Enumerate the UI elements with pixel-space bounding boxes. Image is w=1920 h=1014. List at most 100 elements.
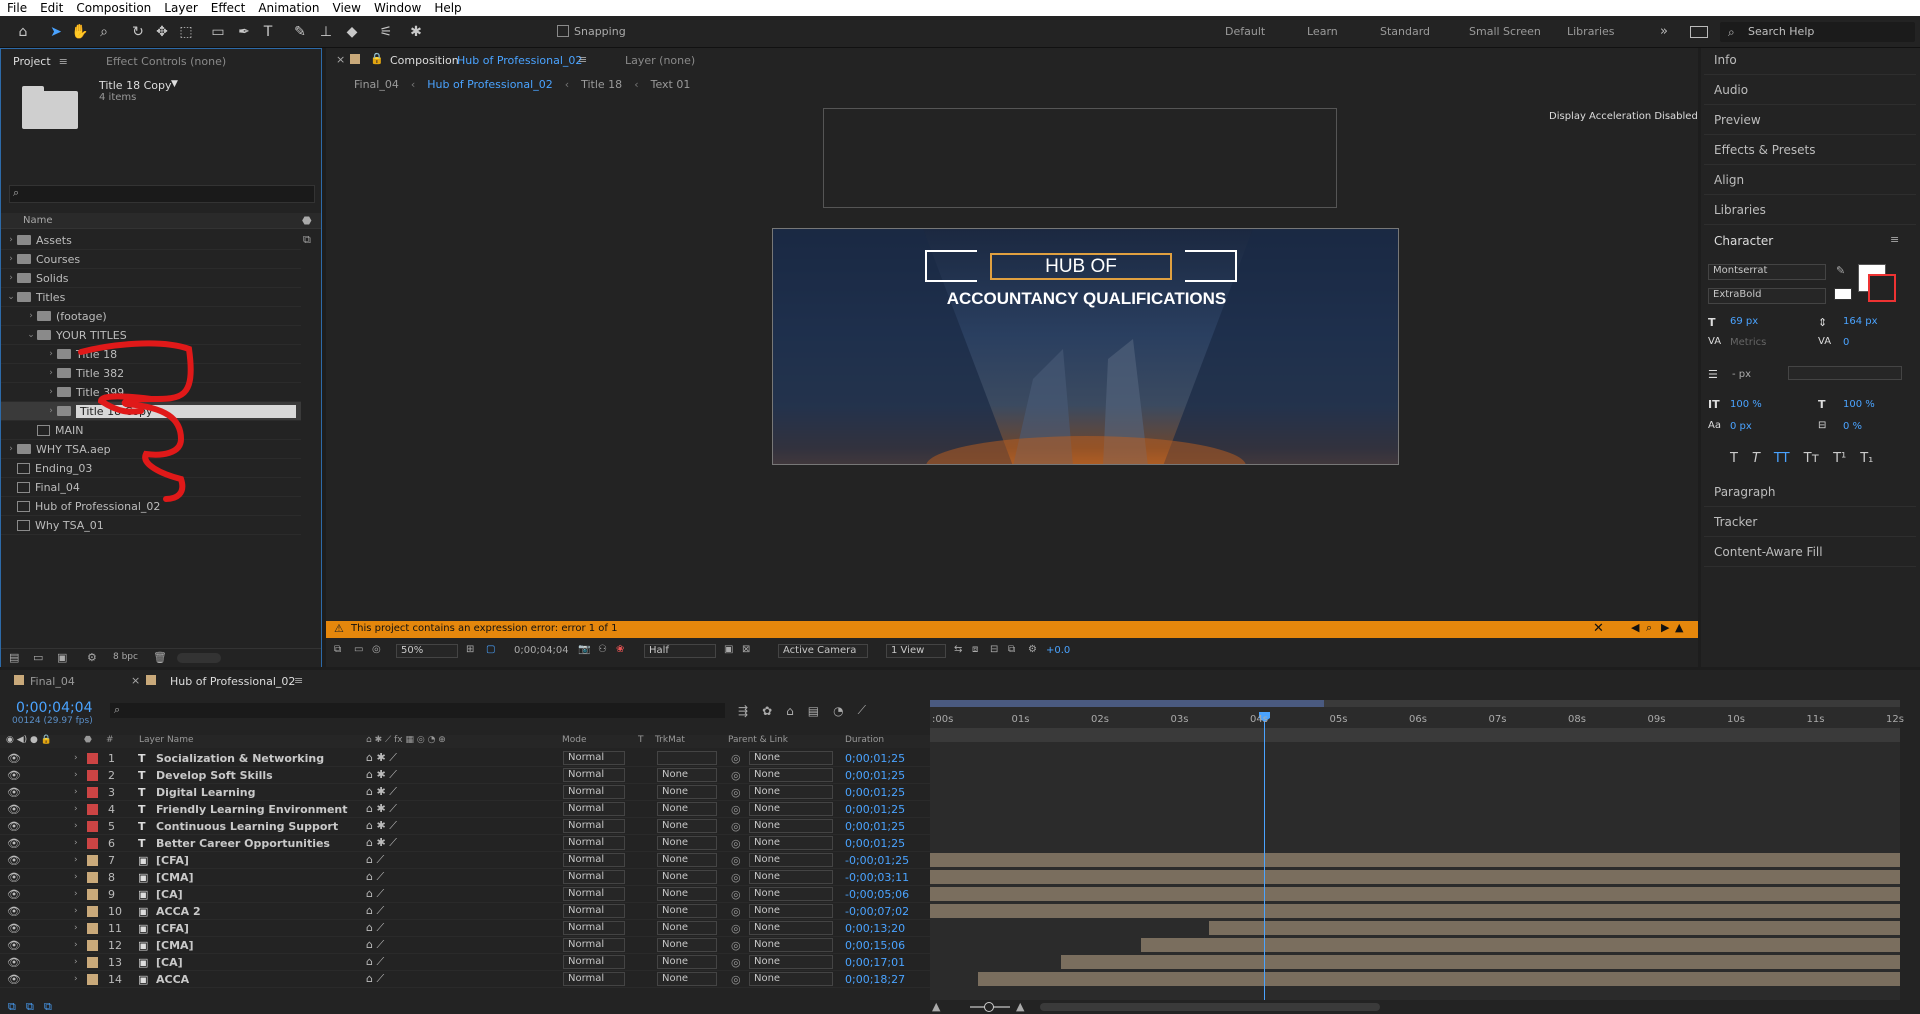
- trkmat-select[interactable]: None: [657, 836, 717, 850]
- pen-tool-icon[interactable]: ✒: [234, 22, 254, 42]
- comp-viewer[interactable]: HUB OF ACCOUNTANCY QUALIFICATIONS: [772, 228, 1399, 465]
- eye-icon[interactable]: 👁: [7, 837, 21, 850]
- font-family-select[interactable]: Montserrat: [1708, 264, 1826, 280]
- layer-chevron-icon[interactable]: ›: [74, 838, 78, 848]
- pickwhip-icon[interactable]: ◎: [731, 922, 741, 935]
- timeline-search-input[interactable]: [110, 703, 725, 718]
- layer-label-color[interactable]: [87, 889, 98, 900]
- always-preview-icon[interactable]: ⧉: [334, 644, 341, 655]
- layer-chevron-icon[interactable]: ›: [74, 923, 78, 933]
- clone-stamp-icon[interactable]: ⊥: [316, 22, 336, 42]
- thumbnail-slider[interactable]: [177, 653, 221, 663]
- pan-behind-icon[interactable]: ⬚: [176, 22, 196, 42]
- panel-content-aware-fill[interactable]: Content-Aware Fill: [1714, 545, 1823, 559]
- view-select[interactable]: 1 View: [886, 644, 946, 658]
- region-icon[interactable]: ▢: [486, 644, 495, 655]
- current-time-indicator[interactable]: [1264, 714, 1265, 1000]
- menu-edit[interactable]: Edit: [33, 1, 69, 15]
- layer-row[interactable]: 👁 › 4 T Friendly Learning Environment ⌂ ✱ ⟋ No…: [0, 801, 930, 818]
- workspace-standard[interactable]: Standard: [1380, 25, 1430, 38]
- layer-switches[interactable]: ⌂ ⟋: [366, 853, 384, 867]
- close-timeline-tab-icon[interactable]: ×: [131, 674, 140, 687]
- layer-switches[interactable]: ⌂ ⟋: [366, 921, 384, 935]
- selection-tool-icon[interactable]: ➤: [46, 22, 66, 42]
- layer-duration-bar[interactable]: [1141, 938, 1900, 952]
- panel-libraries[interactable]: Libraries: [1714, 203, 1766, 217]
- layer-switches[interactable]: ⌂ ⟋: [366, 870, 384, 884]
- workspace-menu-icon[interactable]: [1690, 26, 1708, 38]
- layer-row[interactable]: 👁 › 8 ▣ [CMA] ⌂ ⟋ Normal None ◎ None -0;00;03;11: [0, 869, 930, 886]
- layer-duration-bar[interactable]: [1060, 955, 1900, 969]
- pickwhip-icon[interactable]: ◎: [731, 905, 741, 918]
- parent-select[interactable]: None: [749, 819, 833, 833]
- timeline-icon[interactable]: ⊟: [990, 644, 998, 655]
- layer-tab[interactable]: Layer (none): [625, 54, 695, 67]
- layer-chevron-icon[interactable]: ›: [74, 906, 78, 916]
- superscript-icon[interactable]: T¹: [1833, 451, 1846, 466]
- snapshot-icon[interactable]: 📷: [578, 644, 590, 655]
- title-line-1[interactable]: HUB OF: [990, 253, 1172, 280]
- small-caps-icon[interactable]: Tт: [1804, 451, 1820, 466]
- layer-label-color[interactable]: [87, 872, 98, 883]
- layer-duration[interactable]: 0;00;01;25: [845, 786, 905, 799]
- camera-tool-icon[interactable]: ✥: [152, 22, 172, 42]
- blend-mode-select[interactable]: Normal: [563, 819, 625, 833]
- layer-label-color[interactable]: [87, 753, 98, 764]
- eye-icon[interactable]: 👁: [7, 803, 21, 816]
- layer-name[interactable]: ACCA: [156, 973, 189, 986]
- eye-icon[interactable]: 👁: [7, 871, 21, 884]
- pickwhip-icon[interactable]: ◎: [731, 752, 741, 765]
- layer-duration[interactable]: 0;00;18;27: [845, 973, 905, 986]
- parent-select[interactable]: None: [749, 853, 833, 867]
- pickwhip-icon[interactable]: ◎: [731, 973, 741, 986]
- layer-label-color[interactable]: [87, 906, 98, 917]
- menu-window[interactable]: Window: [367, 1, 427, 15]
- trkmat-select[interactable]: None: [657, 802, 717, 816]
- breadcrumb-hub[interactable]: Hub of Professional_02: [427, 78, 552, 91]
- layer-switches[interactable]: ⌂ ⟋: [366, 938, 384, 952]
- parent-select[interactable]: None: [749, 785, 833, 799]
- eraser-tool-icon[interactable]: ◆: [342, 22, 362, 42]
- parent-select[interactable]: None: [749, 972, 833, 986]
- baseline-shift-value[interactable]: 0 px: [1730, 421, 1752, 432]
- eye-icon[interactable]: 👁: [7, 939, 21, 952]
- zoom-out-mountain-icon[interactable]: ▲: [932, 1000, 940, 1013]
- menu-view[interactable]: View: [326, 1, 367, 15]
- panel-preview[interactable]: Preview: [1714, 113, 1761, 127]
- zoom-tool-icon[interactable]: ⌕: [94, 22, 114, 42]
- layer-switches[interactable]: ⌂ ✱ ⟋: [366, 802, 397, 816]
- layer-label-color[interactable]: [87, 804, 98, 815]
- layer-row[interactable]: 👁 › 12 ▣ [CMA] ⌂ ⟋ Normal None ◎ None 0;00;15;06: [0, 937, 930, 954]
- layer-chevron-icon[interactable]: ›: [74, 957, 78, 967]
- trkmat-select[interactable]: None: [657, 938, 717, 952]
- panel-effects-presets[interactable]: Effects & Presets: [1714, 143, 1815, 157]
- layer-label-color[interactable]: [87, 855, 98, 866]
- roi-icon[interactable]: ▣: [724, 644, 733, 655]
- blend-mode-select[interactable]: Normal: [563, 836, 625, 850]
- timeline-tab-final04[interactable]: Final_04: [30, 675, 75, 688]
- layer-duration-bar[interactable]: [930, 768, 1900, 782]
- workspace-learn[interactable]: Learn: [1307, 25, 1338, 38]
- parent-select[interactable]: None: [749, 921, 833, 935]
- eye-icon[interactable]: 👁: [7, 888, 21, 901]
- layer-switches[interactable]: ⌂ ✱ ⟋: [366, 836, 397, 850]
- chevron-right-icon[interactable]: ›: [5, 235, 17, 245]
- pickwhip-icon[interactable]: ◎: [731, 888, 741, 901]
- home-icon[interactable]: ⌂: [13, 22, 33, 42]
- layer-label-color[interactable]: [87, 770, 98, 781]
- layer-row[interactable]: 👁 › 6 T Better Career Opportunities ⌂ ✱ ⟋ Norm…: [0, 835, 930, 852]
- eye-icon[interactable]: 👁: [7, 956, 21, 969]
- project-tab[interactable]: Project ≡: [13, 49, 68, 73]
- layer-label-color[interactable]: [87, 787, 98, 798]
- layer-row[interactable]: 👁 › 2 T Develop Soft Skills ⌂ ✱ ⟋ Normal None ◎ N…: [0, 767, 930, 784]
- puppet-tool-icon[interactable]: ✱: [406, 22, 426, 42]
- zoom-select[interactable]: 50%: [396, 644, 458, 658]
- trkmat-select[interactable]: None: [657, 887, 717, 901]
- workspace-libraries[interactable]: Libraries: [1567, 25, 1615, 38]
- trkmat-select[interactable]: [657, 751, 717, 765]
- layer-duration-bar[interactable]: [930, 887, 1900, 901]
- channel-icon[interactable]: ❀: [616, 644, 624, 655]
- project-item[interactable]: › Courses: [1, 250, 301, 269]
- layer-duration-bar[interactable]: [930, 836, 1900, 850]
- 3d-view-icon[interactable]: ⧈: [972, 644, 978, 655]
